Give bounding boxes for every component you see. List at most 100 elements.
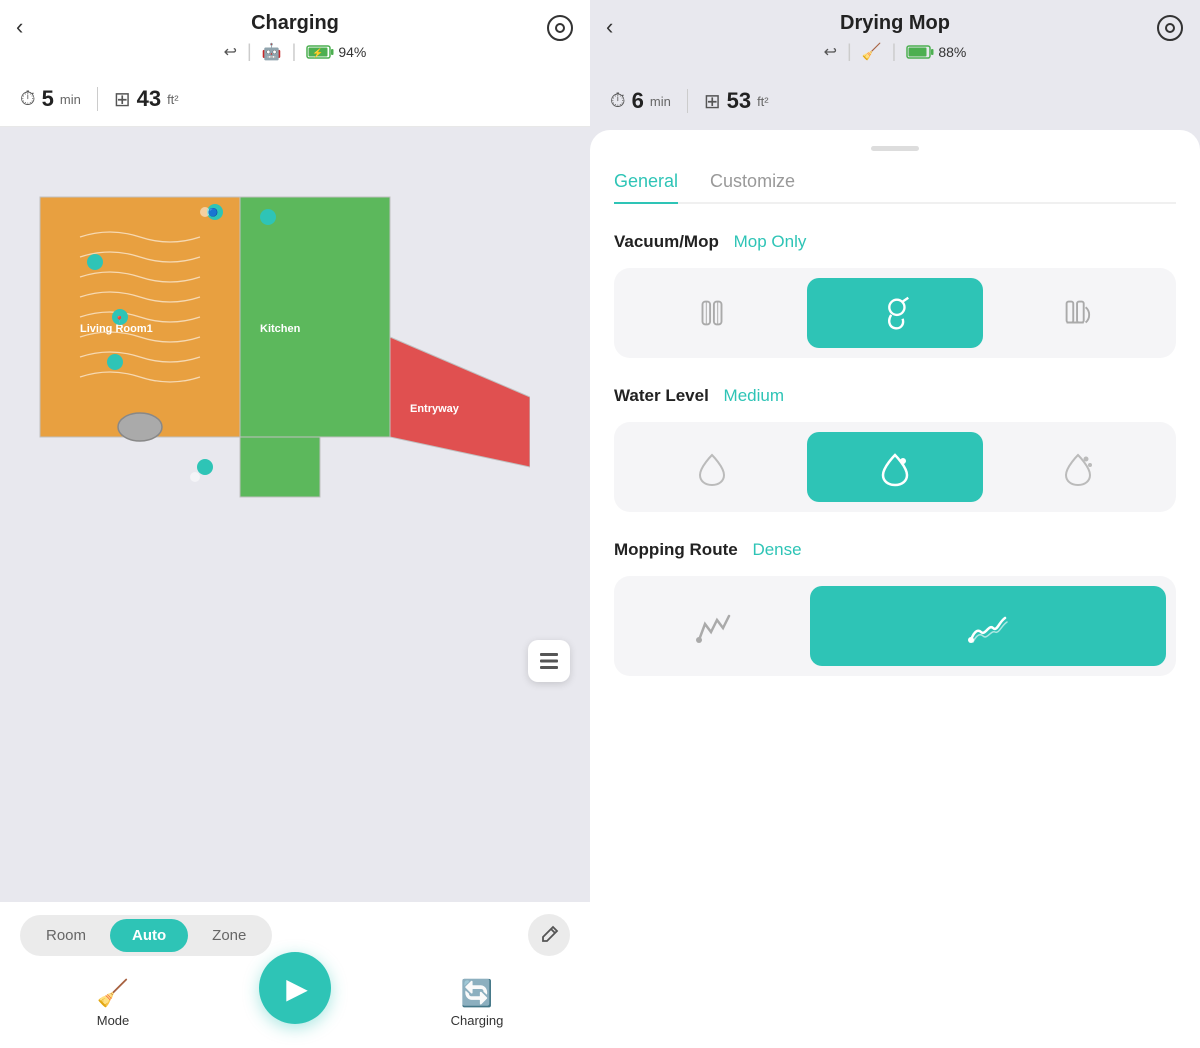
vacuum-mop-combo-icon	[1059, 294, 1097, 332]
sheet-tabs: General Customize	[614, 171, 1176, 204]
vacuum-icon	[693, 294, 731, 332]
sep2: |	[292, 41, 297, 62]
area-icon-right: ⊞	[704, 89, 721, 114]
vacuum-only-btn[interactable]	[624, 278, 799, 348]
battery-icon-right	[906, 45, 934, 59]
right-time-value: 6	[632, 88, 644, 114]
right-battery-label: 88%	[938, 44, 966, 60]
stats-divider-left	[97, 87, 98, 111]
mop-only-btn[interactable]	[807, 278, 982, 348]
left-area-stat: ⊞ 43 ft²	[114, 86, 179, 112]
water-high-btn[interactable]	[991, 432, 1166, 502]
right-time-stat: ⏱ 6 min	[610, 88, 671, 114]
edit-icon	[539, 925, 559, 945]
left-title: Charging	[251, 12, 339, 35]
water-medium-btn[interactable]	[807, 432, 982, 502]
vacuum-mop-label: Vacuum/Mop Mop Only	[614, 232, 1176, 252]
water-medium-icon	[877, 447, 913, 487]
route-standard-icon	[691, 604, 735, 648]
route-dense-btn[interactable]	[810, 586, 1166, 666]
svg-text:Entryway: Entryway	[410, 403, 460, 415]
mop-icon	[876, 294, 914, 332]
battery-icon-left: ⚡	[306, 45, 334, 59]
map-list-button[interactable]	[528, 640, 570, 682]
nav-mode[interactable]: 🧹 Mode	[73, 978, 153, 1028]
svg-text:📍: 📍	[115, 315, 124, 324]
clock-icon-right: ⏱	[610, 90, 626, 113]
right-stats-row: ⏱ 6 min ⊞ 53 ft²	[590, 78, 1200, 130]
settings-icon-left	[546, 14, 574, 42]
left-bottom-nav: 🧹 Mode ▶ 🔄 Charging	[20, 968, 570, 1048]
mopping-route-value: Dense	[752, 540, 801, 559]
floor-map: Living Room1 Kitchen Entryway 🔵 📍	[20, 157, 530, 577]
svg-text:Living Room1: Living Room1	[80, 323, 153, 335]
water-low-btn[interactable]	[624, 432, 799, 502]
right-panel: ‹ Drying Mop ↩ | 🧹 | 88%	[590, 0, 1200, 1048]
water-level-options	[614, 422, 1176, 512]
left-back-button[interactable]: ‹	[16, 14, 23, 40]
right-area-value: 53	[727, 88, 751, 114]
left-settings-button[interactable]	[546, 14, 574, 48]
route-standard-btn[interactable]	[624, 586, 802, 666]
route-dense-icon	[963, 604, 1013, 648]
left-area-unit: ft²	[167, 92, 179, 107]
left-time-unit: min	[60, 92, 81, 107]
charging-nav-icon: 🔄	[461, 978, 493, 1009]
left-time-value: 5	[42, 86, 54, 112]
nav-mode-label: Mode	[97, 1013, 130, 1028]
tab-general[interactable]: General	[614, 171, 678, 204]
mop-status-icon: 🧹	[862, 42, 882, 62]
left-area-value: 43	[137, 86, 161, 112]
right-status-row: ↩ | 🧹 | 88%	[824, 41, 967, 62]
return-icon: ↩	[224, 42, 237, 62]
svg-text:Kitchen: Kitchen	[260, 323, 301, 335]
right-title: Drying Mop	[840, 12, 950, 35]
left-battery-label: 94%	[338, 44, 366, 60]
water-level-label: Water Level Medium	[614, 386, 1176, 406]
left-time-stat: ⏱ 5 min	[20, 86, 81, 112]
nav-charging-label: Charging	[451, 1013, 504, 1028]
mode-selector: Room Auto Zone	[20, 914, 570, 956]
left-battery: ⚡ 94%	[306, 44, 366, 60]
sep4: |	[892, 41, 897, 62]
sep3: |	[847, 41, 852, 62]
right-bottom-sheet: General Customize Vacuum/Mop Mop Only	[590, 130, 1200, 1048]
settings-icon-right	[1156, 14, 1184, 42]
list-icon	[538, 650, 560, 672]
clock-icon-left: ⏱	[20, 88, 36, 111]
right-header: ‹ Drying Mop ↩ | 🧹 | 88%	[590, 0, 1200, 78]
mopping-route-label: Mopping Route Dense	[614, 540, 1176, 560]
sheet-handle	[871, 146, 919, 151]
left-map-area[interactable]: Living Room1 Kitchen Entryway 🔵 📍	[0, 127, 590, 902]
area-icon-left: ⊞	[114, 87, 131, 112]
svg-text:🔵: 🔵	[208, 207, 218, 217]
left-panel: ‹ Charging ↩ | 🤖 | ⚡ 94%	[0, 0, 590, 1048]
water-low-icon	[694, 447, 730, 487]
vacuum-mop-options	[614, 268, 1176, 358]
mopping-route-options	[614, 576, 1176, 676]
left-status-row: ↩ | 🤖 | ⚡ 94%	[224, 41, 367, 62]
right-back-button[interactable]: ‹	[606, 14, 613, 40]
right-battery: 88%	[906, 44, 966, 60]
mode-tab-zone[interactable]: Zone	[190, 919, 268, 952]
return-icon-right: ↩	[824, 42, 837, 62]
vacuum-mop-value: Mop Only	[734, 232, 807, 251]
nav-charging[interactable]: 🔄 Charging	[437, 978, 517, 1028]
play-icon: ▶	[286, 972, 308, 1005]
stats-divider-right	[687, 89, 688, 113]
sep1: |	[247, 41, 252, 62]
water-level-value: Medium	[724, 386, 784, 405]
left-stats-row: ⏱ 5 min ⊞ 43 ft²	[0, 72, 590, 127]
vacuum-mop-btn[interactable]	[991, 278, 1166, 348]
mode-tab-auto[interactable]: Auto	[110, 919, 188, 952]
right-area-unit: ft²	[757, 94, 769, 109]
left-header: ‹ Charging ↩ | 🤖 | ⚡ 94%	[0, 0, 590, 72]
tab-customize[interactable]: Customize	[710, 171, 795, 204]
right-time-unit: min	[650, 94, 671, 109]
right-settings-button[interactable]	[1156, 14, 1184, 48]
svg-text:⚡: ⚡	[312, 47, 323, 59]
play-button[interactable]: ▶	[259, 952, 331, 1024]
edit-button[interactable]	[528, 914, 570, 956]
mode-icon: 🧹	[97, 978, 129, 1009]
mode-tab-room[interactable]: Room	[24, 919, 108, 952]
